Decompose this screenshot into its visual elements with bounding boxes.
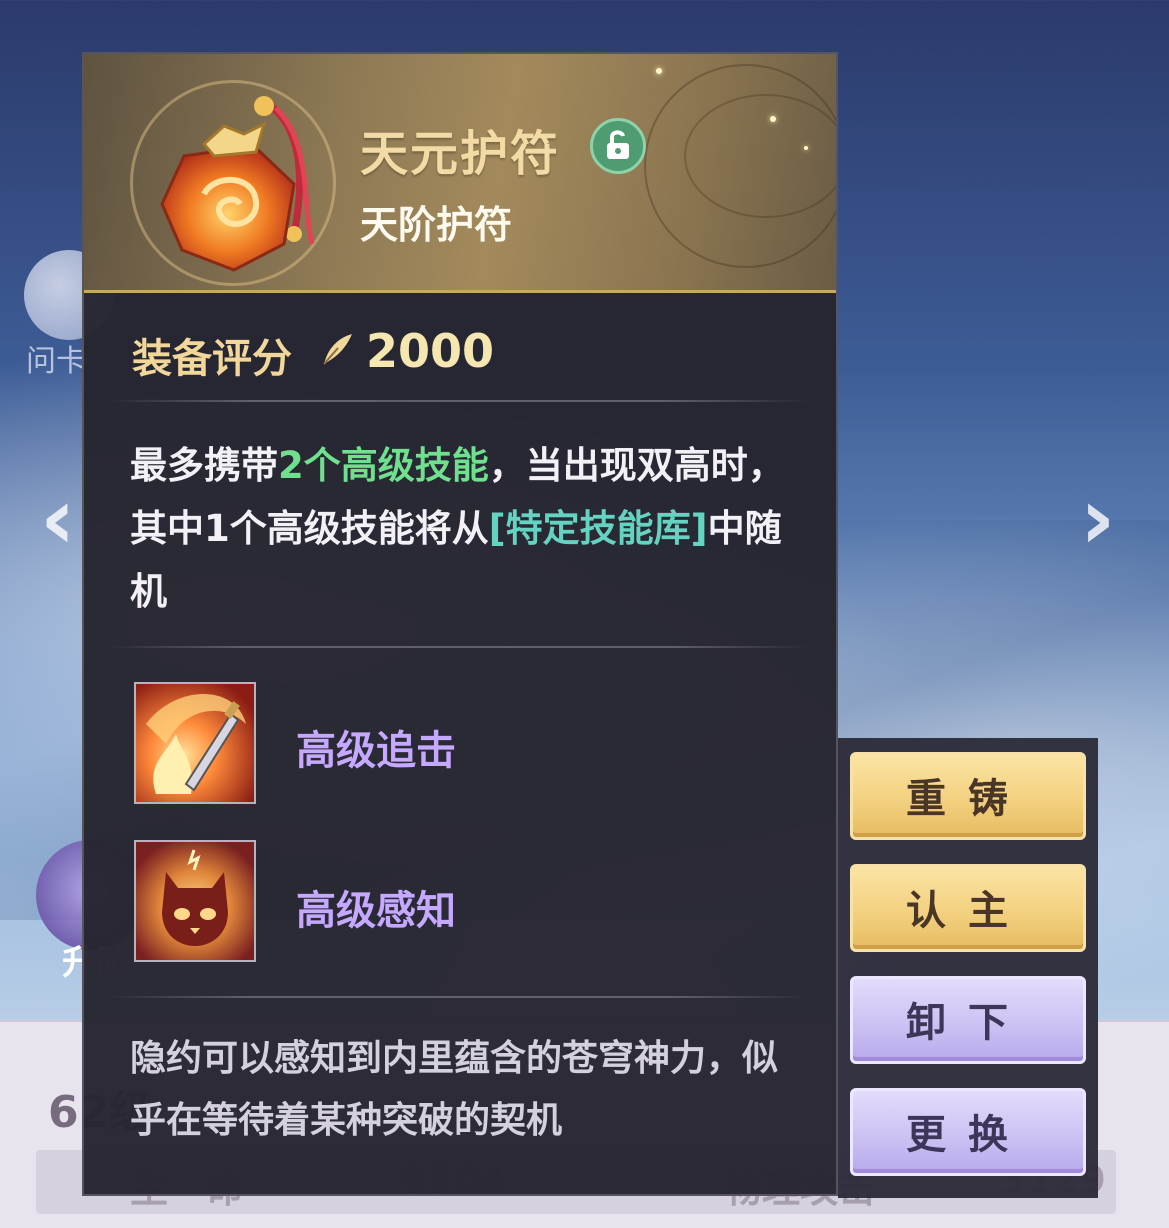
flavor-text: 隐约可以感知到内里蕴含的苍穹神力，似乎在等待着某种突破的契机: [130, 1038, 779, 1141]
item-name: 天元护符: [360, 126, 561, 182]
skill-icon-frame[interactable]: [134, 682, 256, 804]
score-value: 2000: [366, 324, 495, 378]
skill-name: 高级追击: [296, 728, 456, 774]
next-arrow-icon[interactable]: ›: [1080, 476, 1115, 562]
action-button-panel: 重铸 认主 卸下 更换: [838, 738, 1098, 1198]
description-highlight: 2个高级技能: [278, 444, 489, 487]
description-text: 最多携带: [130, 444, 278, 487]
prev-arrow-icon[interactable]: ‹: [40, 476, 75, 562]
sparkle-icon: [770, 116, 776, 122]
skill-name: 高级感知: [296, 888, 456, 934]
quill-icon: [323, 334, 352, 365]
score-label: 装备评分: [132, 336, 292, 382]
amulet-pouch-icon: [160, 96, 315, 272]
item-description: 最多携带2个高级技能，当出现双高时，其中1个高级技能将从[特定技能库]中随机: [130, 434, 810, 623]
unequip-button[interactable]: 卸下: [850, 976, 1086, 1064]
flaming-sword-icon: [136, 684, 254, 802]
side-avatar-label: 问卡: [26, 344, 86, 379]
skill-icon-frame[interactable]: [134, 840, 256, 962]
sparkle-icon: [656, 68, 662, 74]
sparkle-icon: [804, 146, 808, 150]
item-detail-card: 天元护符 天阶护符 装备评分 2000 最多携带2个高级技能，当出现双高时，其中…: [82, 52, 838, 1196]
unlock-icon: [607, 130, 629, 159]
bind-owner-button[interactable]: 认主: [850, 864, 1086, 952]
unlock-toggle[interactable]: [590, 118, 646, 174]
divider: [108, 646, 808, 648]
cat-skull-icon: [136, 842, 254, 960]
header-decoration: [684, 94, 836, 218]
skill-library-link[interactable]: [特定技能库]: [489, 507, 708, 550]
divider: [108, 400, 808, 402]
replace-button[interactable]: 更换: [850, 1088, 1086, 1176]
divider: [108, 996, 808, 998]
card-header: 天元护符 天阶护符: [84, 54, 836, 293]
item-type: 天阶护符: [360, 203, 513, 247]
reforge-button[interactable]: 重铸: [850, 752, 1086, 840]
